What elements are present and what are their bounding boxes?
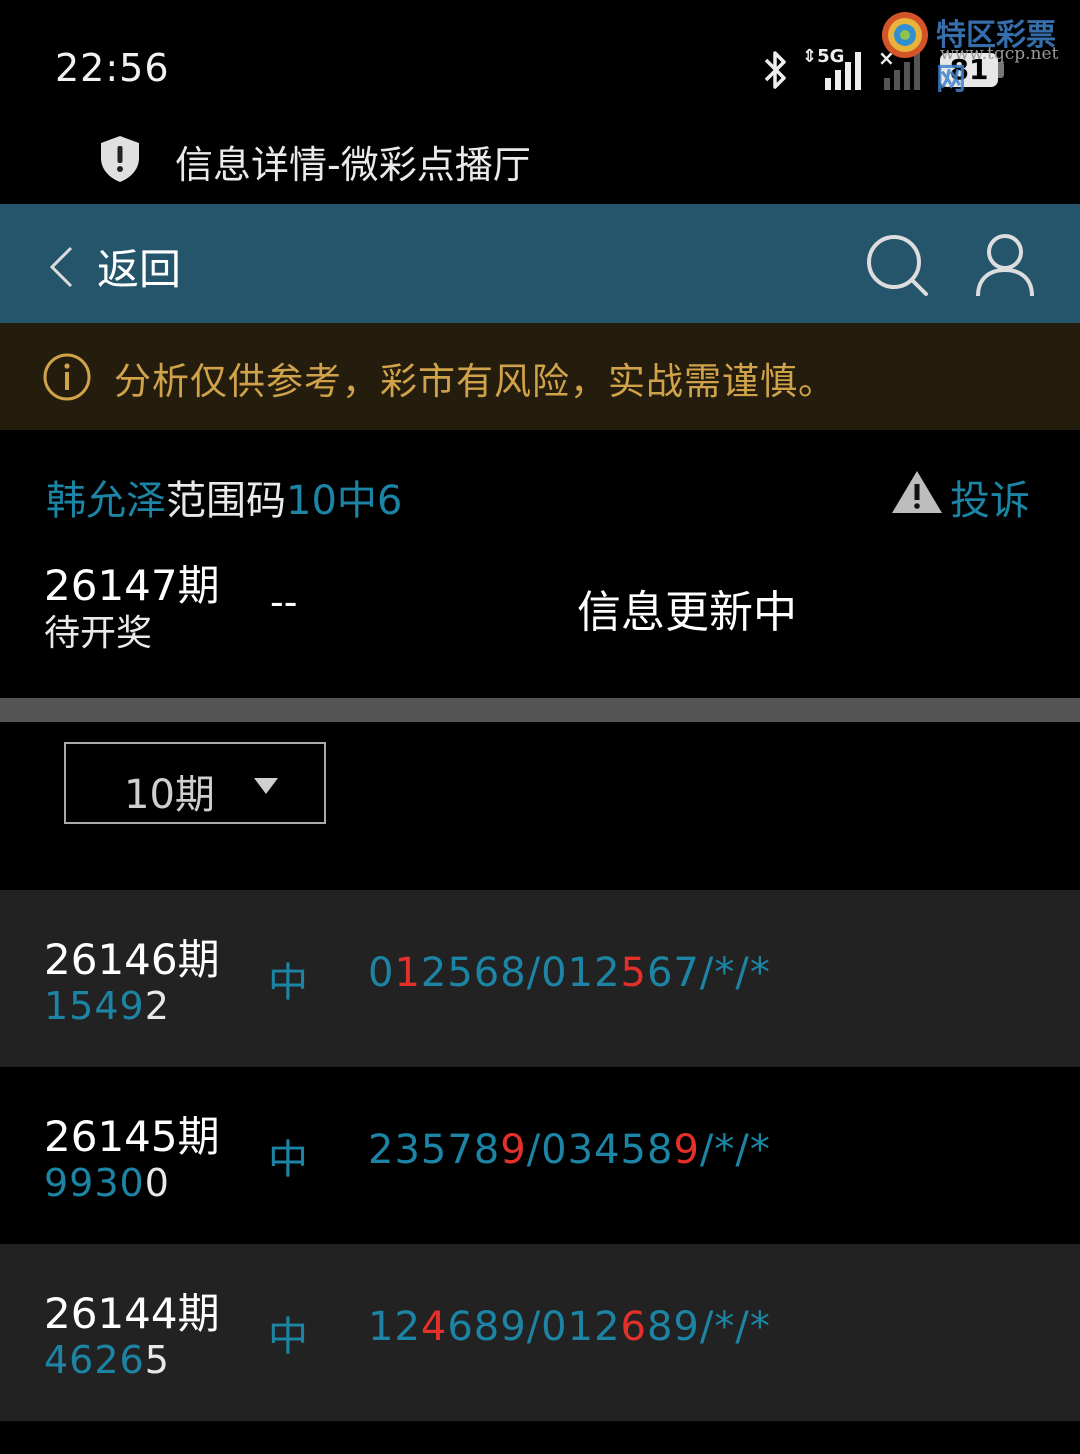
row-period: 26145期 <box>44 1112 220 1161</box>
result-digit-group: 5 <box>144 1338 170 1382</box>
info-title: 韩允泽范围码10中6 <box>46 468 402 526</box>
prediction-digit-group: 9 <box>500 1127 527 1173</box>
row-draw-result: 99300 <box>44 1161 170 1205</box>
risk-warning-text: 分析仅供参考，彩市有风险，实战需谨慎。 <box>114 360 836 403</box>
row-draw-result: 15492 <box>44 984 170 1028</box>
row-hit-status: 中 <box>268 1137 308 1183</box>
section-divider <box>0 698 1080 722</box>
current-status: 待开奖 <box>44 613 153 654</box>
prediction-digit-group: 1 <box>394 950 421 996</box>
row-prediction: 235789/034589/*/* <box>368 1127 771 1173</box>
current-result: -- <box>270 580 298 624</box>
caret-down-icon <box>254 778 278 794</box>
row-hit-status: 中 <box>268 960 308 1006</box>
prediction-digit-group: 89/*/* <box>646 1304 771 1350</box>
prediction-digit-group: 0 <box>368 950 395 996</box>
user-icon[interactable] <box>974 232 1036 298</box>
author-name[interactable]: 韩允泽 <box>46 478 166 524</box>
risk-warning-banner: 分析仅供参考，彩市有风险，实战需谨慎。 <box>0 323 1080 430</box>
prediction-digit-group: /03458 <box>526 1127 674 1173</box>
history-row[interactable]: 26145期 99300 中 235789/034589/*/* <box>0 1067 1080 1244</box>
code-rule: 10中6 <box>286 478 403 524</box>
prediction-digit-group: 67/*/* <box>646 950 771 996</box>
info-section: 韩允泽范围码10中6 投诉 26147期 待开奖 -- 信息更新中 <box>0 430 1080 698</box>
result-digit-group: 0 <box>144 1161 170 1205</box>
row-draw-result: 46265 <box>44 1338 170 1382</box>
prediction-digit-group: 5 <box>620 950 647 996</box>
result-digit-group: 4626 <box>44 1338 145 1382</box>
row-prediction: 124689/012689/*/* <box>368 1304 771 1350</box>
row-hit-status: 中 <box>268 1314 308 1360</box>
page-header: 信息详情-微彩点播厅 <box>0 130 1080 204</box>
prediction-digit-group: 9 <box>673 1127 700 1173</box>
info-icon <box>43 353 91 401</box>
row-period: 26144期 <box>44 1289 220 1338</box>
update-status-text: 信息更新中 <box>577 587 797 638</box>
prediction-digit-group: 2568/012 <box>420 950 621 996</box>
watermark-logo-icon <box>882 12 928 58</box>
result-digit-group: 2 <box>144 984 170 1028</box>
prediction-digit-group: 6 <box>620 1304 647 1350</box>
complain-label: 投诉 <box>950 478 1030 524</box>
shield-warning-icon <box>101 136 139 182</box>
warning-triangle-icon <box>892 471 942 513</box>
chevron-left-icon[interactable] <box>46 244 76 290</box>
prediction-digit-group: /*/* <box>699 1127 771 1173</box>
period-count-value: 10期 <box>124 772 215 818</box>
status-bar: 22:56 ⇕5G × 81 特区彩票网 www.tqcp.net <box>0 0 1080 130</box>
signal-strength-icon <box>825 52 861 90</box>
search-icon[interactable] <box>864 232 930 298</box>
prediction-digit-group: 12 <box>368 1304 421 1350</box>
filter-area: 10期 <box>0 722 1080 890</box>
result-digit-group: 9930 <box>44 1161 145 1205</box>
watermark-url: www.tqcp.net <box>940 44 1059 64</box>
prediction-digit-group: 4 <box>420 1304 448 1350</box>
nav-bar: 返回 <box>0 204 1080 323</box>
history-row[interactable]: 26144期 46265 中 124689/012689/*/* <box>0 1244 1080 1421</box>
bluetooth-icon <box>764 51 786 89</box>
result-digit-group: 1549 <box>44 984 145 1028</box>
page-title: 信息详情-微彩点播厅 <box>175 143 531 187</box>
period-count-select[interactable]: 10期 <box>64 742 326 824</box>
prediction-digit-group: 23578 <box>368 1127 501 1173</box>
back-button[interactable]: 返回 <box>97 236 181 297</box>
prediction-digit-group: 689/012 <box>447 1304 621 1350</box>
row-period: 26146期 <box>44 935 220 984</box>
history-row[interactable]: 26146期 15492 中 012568/012567/*/* <box>0 890 1080 1067</box>
status-time: 22:56 <box>55 46 170 90</box>
code-type: 范围码 <box>166 478 286 524</box>
row-prediction: 012568/012567/*/* <box>368 950 771 996</box>
